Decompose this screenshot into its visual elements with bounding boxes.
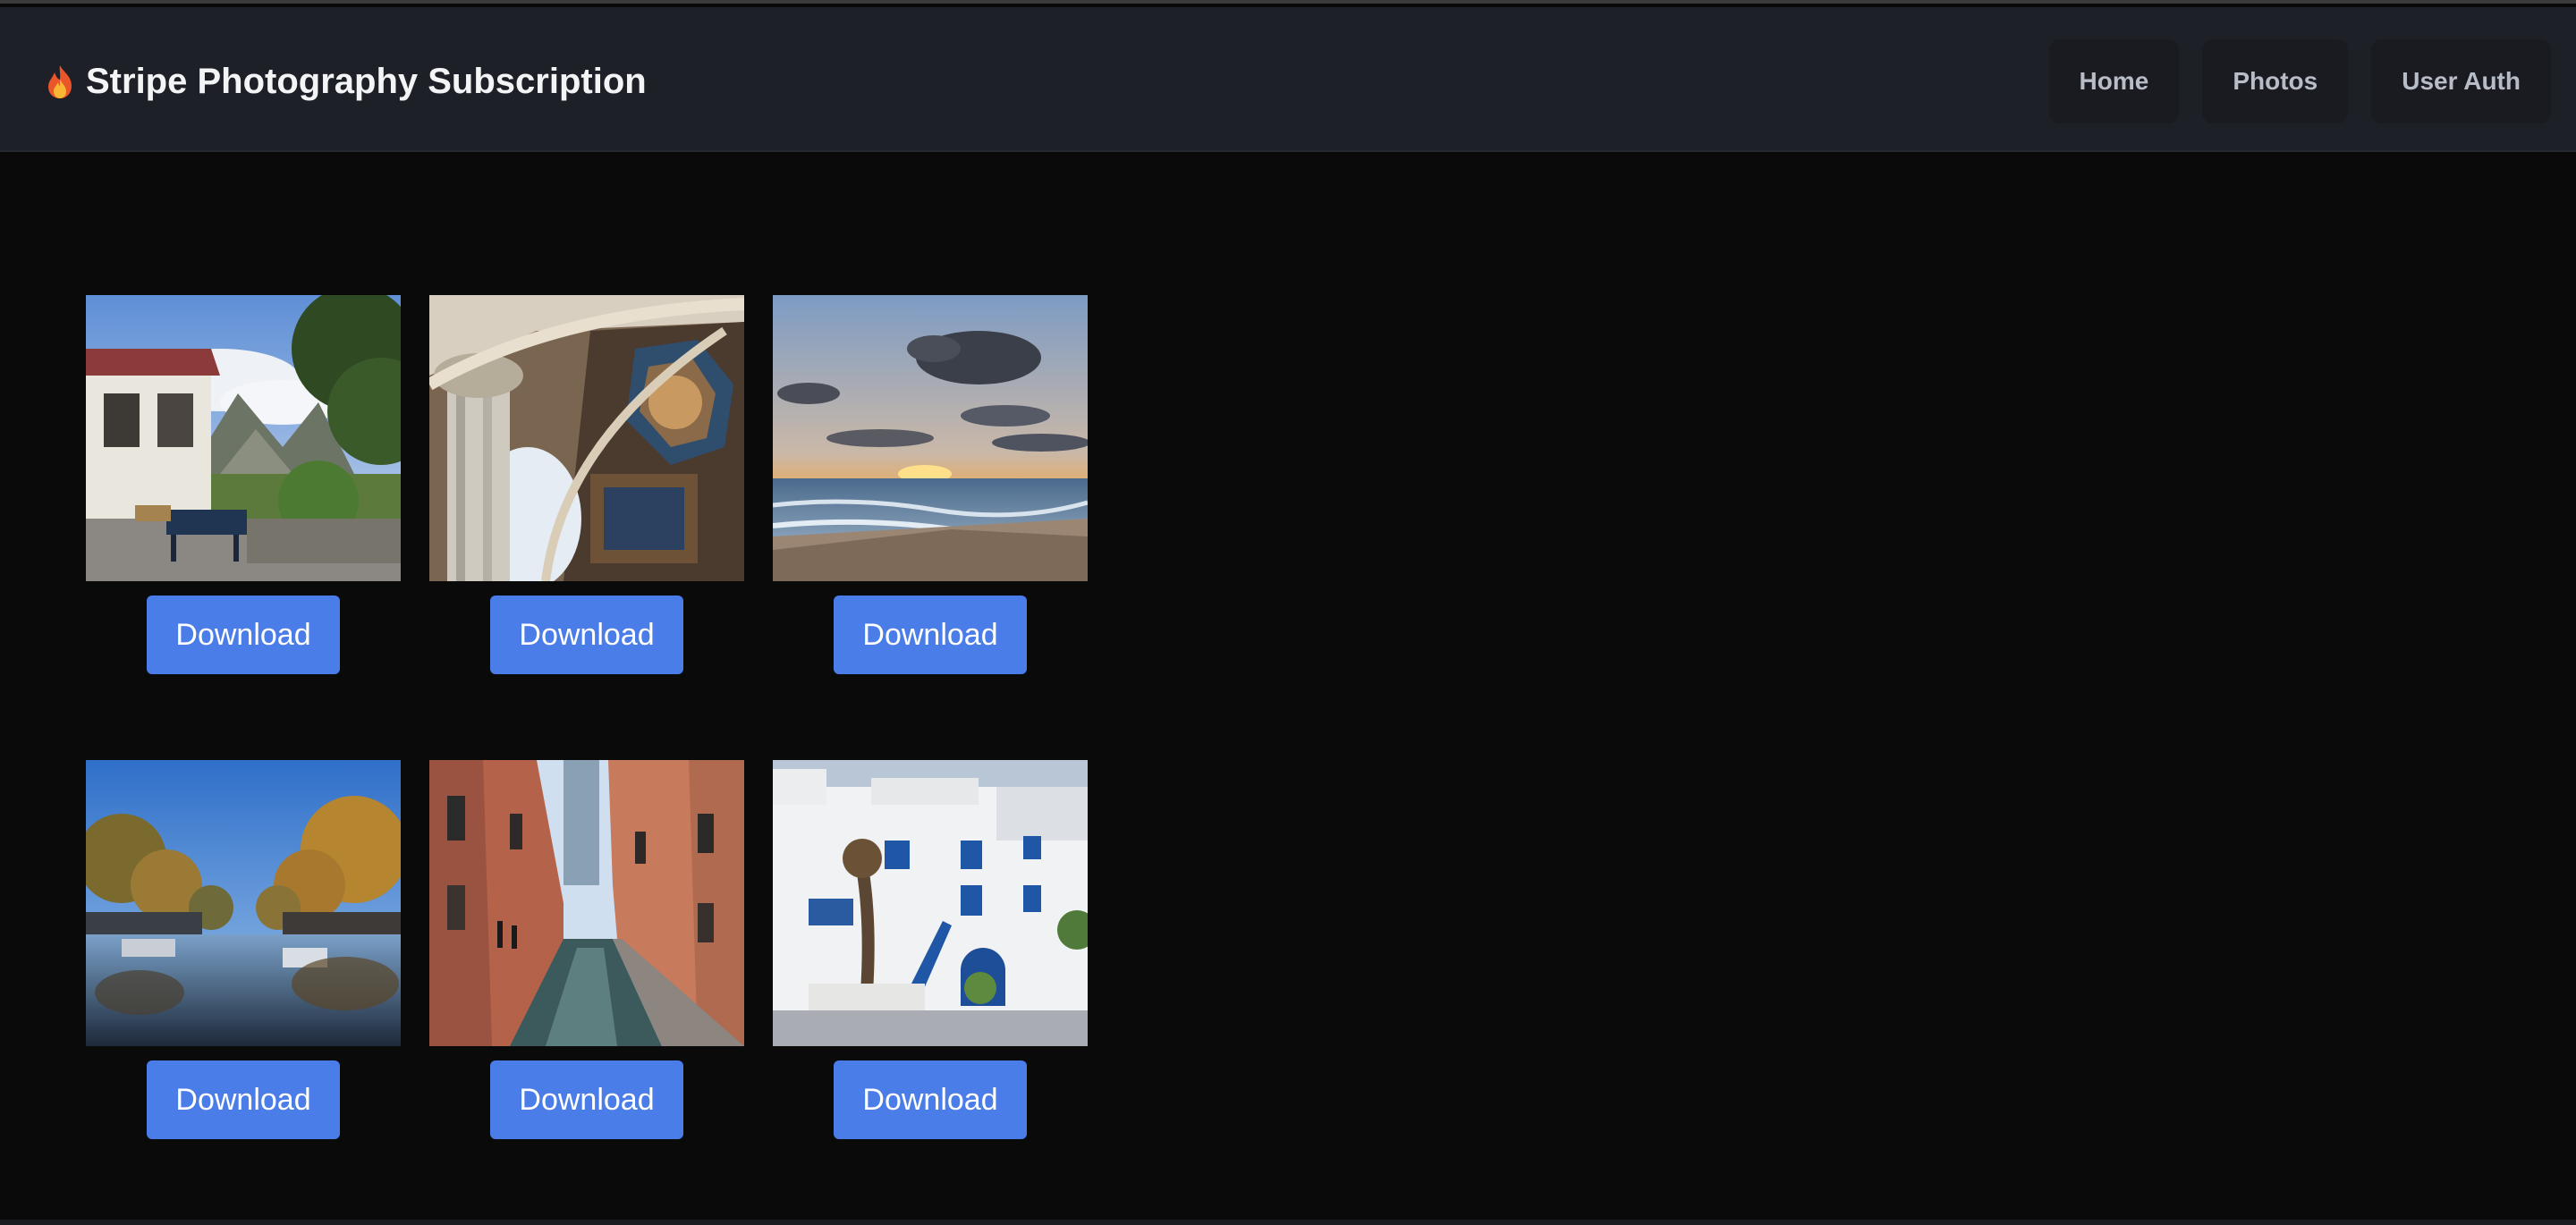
photo-thumbnail [773, 760, 1088, 1046]
photo-thumbnail [773, 295, 1088, 581]
window-bottom-edge [0, 1220, 2576, 1225]
navbar: Stripe Photography Subscription Home Pho… [0, 7, 2576, 152]
download-button[interactable]: Download [490, 1060, 683, 1139]
nav-home-button[interactable]: Home [2048, 39, 2180, 123]
download-button[interactable]: Download [147, 596, 340, 674]
flame-icon [48, 65, 72, 98]
download-button[interactable]: Download [834, 1060, 1027, 1139]
photo-card: Download [86, 295, 401, 674]
photo-card: Download [86, 760, 401, 1139]
photo-gallery: Download Download Download Download Down… [86, 295, 1088, 1139]
photo-thumbnail [429, 295, 744, 581]
photo-card: Download [773, 295, 1088, 674]
nav-photos-button[interactable]: Photos [2202, 39, 2349, 123]
photo-card: Download [429, 760, 744, 1139]
brand-title: Stripe Photography Subscription [86, 61, 647, 101]
nav-links: Home Photos User Auth [2048, 39, 2551, 123]
photo-thumbnail [86, 760, 401, 1046]
app-window: Stripe Photography Subscription Home Pho… [0, 0, 2576, 1225]
photo-card: Download [773, 760, 1088, 1139]
nav-user-auth-button[interactable]: User Auth [2371, 39, 2551, 123]
photo-card: Download [429, 295, 744, 674]
brand[interactable]: Stripe Photography Subscription [45, 59, 647, 104]
photo-thumbnail [86, 295, 401, 581]
download-button[interactable]: Download [834, 596, 1027, 674]
photo-thumbnail [429, 760, 744, 1046]
download-button[interactable]: Download [490, 596, 683, 674]
download-button[interactable]: Download [147, 1060, 340, 1139]
